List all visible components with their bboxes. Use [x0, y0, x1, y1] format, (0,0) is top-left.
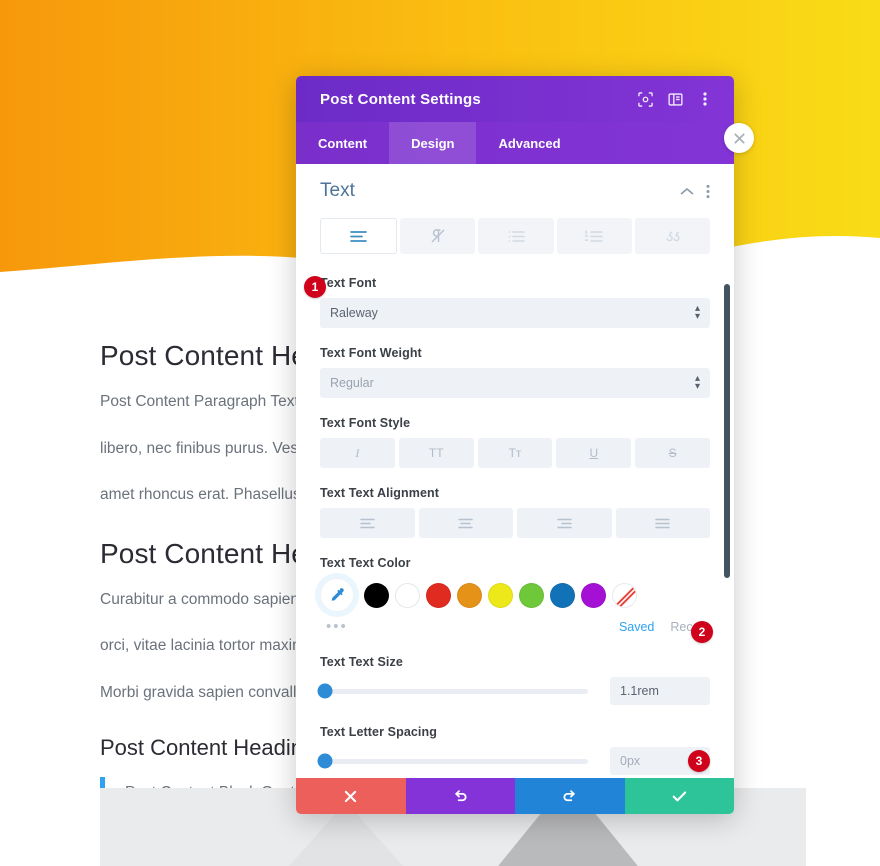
section-title: Text: [320, 180, 355, 201]
field-text-color: Text Text Color ••• Saved Recent: [320, 556, 710, 635]
text-size-slider[interactable]: [317, 683, 588, 699]
redo-button[interactable]: [515, 778, 625, 814]
tab-content[interactable]: Content: [296, 122, 389, 164]
text-font-label: Text Font: [320, 276, 377, 290]
color-swatch-purple[interactable]: [581, 582, 606, 608]
no-paragraph-icon[interactable]: [400, 218, 476, 254]
close-modal-button[interactable]: [724, 123, 754, 153]
text-size-value[interactable]: 1.1rem: [610, 677, 710, 705]
letter-spacing-label: Text Letter Spacing: [320, 725, 437, 739]
chevron-updown-icon: ▴ ▾: [694, 303, 700, 322]
letter-spacing-slider[interactable]: [317, 753, 588, 769]
italic-button[interactable]: I: [320, 438, 395, 468]
ellipsis-icon[interactable]: •••: [326, 618, 619, 635]
modal-footer-actions: [296, 778, 734, 814]
underline-button[interactable]: U: [556, 438, 632, 468]
paragraph-icon[interactable]: [320, 218, 398, 254]
kebab-menu-icon[interactable]: [690, 84, 720, 114]
color-swatch-red[interactable]: [426, 582, 451, 608]
annotation-badge-2: 2: [691, 621, 713, 643]
chevron-updown-icon: ▴ ▾: [694, 373, 700, 392]
alignment-button-group: [320, 508, 710, 538]
text-size-slider-row: 1.1rem: [317, 677, 710, 705]
align-center-button[interactable]: [418, 508, 513, 538]
field-text-font-weight: Text Font Weight Regular ▴ ▾: [320, 346, 710, 398]
modal-body: Text Text Font Raleway ▴ ▾ Text Font Wei…: [296, 164, 734, 778]
settings-modal: Post Content Settings Content Design Adv…: [296, 76, 734, 814]
small-caps-button[interactable]: Tᴛ: [477, 438, 553, 468]
color-footer-row: ••• Saved Recent: [320, 618, 710, 635]
annotation-badge-3: 3: [688, 750, 710, 772]
save-button[interactable]: [624, 778, 734, 814]
align-justify-button[interactable]: [615, 508, 710, 538]
tab-design[interactable]: Design: [389, 122, 477, 164]
text-size-slider-thumb[interactable]: [317, 683, 333, 699]
modal-titlebar: Post Content Settings: [296, 76, 734, 122]
field-text-font: Text Font Raleway ▴ ▾: [320, 276, 710, 328]
strikethrough-button[interactable]: S: [635, 438, 710, 468]
field-letter-spacing: Text Letter Spacing 0px: [317, 725, 710, 775]
uppercase-button[interactable]: TT: [398, 438, 474, 468]
align-right-button[interactable]: [517, 508, 612, 538]
field-text-font-style: Text Font Style I TT Tᴛ U S: [320, 416, 710, 468]
letter-spacing-slider-row: 0px: [317, 747, 710, 775]
field-text-alignment: Text Text Alignment: [320, 486, 710, 538]
color-swatch-green[interactable]: [519, 582, 544, 608]
eyedropper-icon[interactable]: [320, 578, 354, 612]
focus-icon[interactable]: [630, 84, 660, 114]
align-left-button[interactable]: [320, 508, 415, 538]
text-color-label: Text Text Color: [320, 556, 411, 570]
tab-advanced[interactable]: Advanced: [476, 122, 582, 164]
modal-title: Post Content Settings: [320, 90, 481, 108]
text-alignment-label: Text Text Alignment: [320, 486, 440, 500]
kebab-menu-icon[interactable]: [706, 184, 710, 199]
layout-icon[interactable]: [660, 84, 690, 114]
color-swatch-black[interactable]: [364, 582, 389, 608]
cancel-button[interactable]: [296, 778, 406, 814]
ordered-list-icon[interactable]: [556, 218, 632, 254]
undo-button[interactable]: [405, 778, 515, 814]
font-style-button-group: I TT Tᴛ U S: [320, 438, 710, 468]
modal-scrollbar[interactable]: [724, 284, 730, 578]
color-swatch-none[interactable]: [612, 582, 637, 608]
modal-tabs: Content Design Advanced: [296, 122, 734, 164]
text-font-weight-value: Regular: [330, 376, 374, 390]
color-swatch-orange[interactable]: [457, 582, 482, 608]
section-header-text: Text: [320, 180, 710, 202]
color-swatch-yellow[interactable]: [488, 582, 513, 608]
text-font-value: Raleway: [330, 306, 378, 320]
color-swatch-white[interactable]: [395, 582, 420, 608]
unordered-list-icon[interactable]: [478, 218, 554, 254]
text-font-select[interactable]: Raleway ▴ ▾: [320, 298, 710, 328]
text-font-weight-label: Text Font Weight: [320, 346, 422, 360]
text-font-weight-select[interactable]: Regular ▴ ▾: [320, 368, 710, 398]
annotation-badge-1: 1: [304, 276, 326, 298]
text-type-toggle-group: [320, 218, 711, 254]
chevron-up-icon[interactable]: [680, 187, 694, 196]
color-swatch-blue[interactable]: [550, 582, 575, 608]
quote-icon[interactable]: [634, 218, 711, 254]
text-size-label: Text Text Size: [320, 655, 403, 669]
letter-spacing-slider-thumb[interactable]: [317, 753, 333, 769]
text-font-style-label: Text Font Style: [320, 416, 411, 430]
color-swatch-row: [320, 578, 710, 612]
close-icon: [733, 132, 745, 144]
field-text-size: Text Text Size 1.1rem: [317, 655, 710, 705]
saved-colors-link[interactable]: Saved: [619, 620, 654, 634]
settings-scroll-area: Text Text Font Raleway ▴ ▾ Text Font Wei…: [296, 164, 734, 778]
